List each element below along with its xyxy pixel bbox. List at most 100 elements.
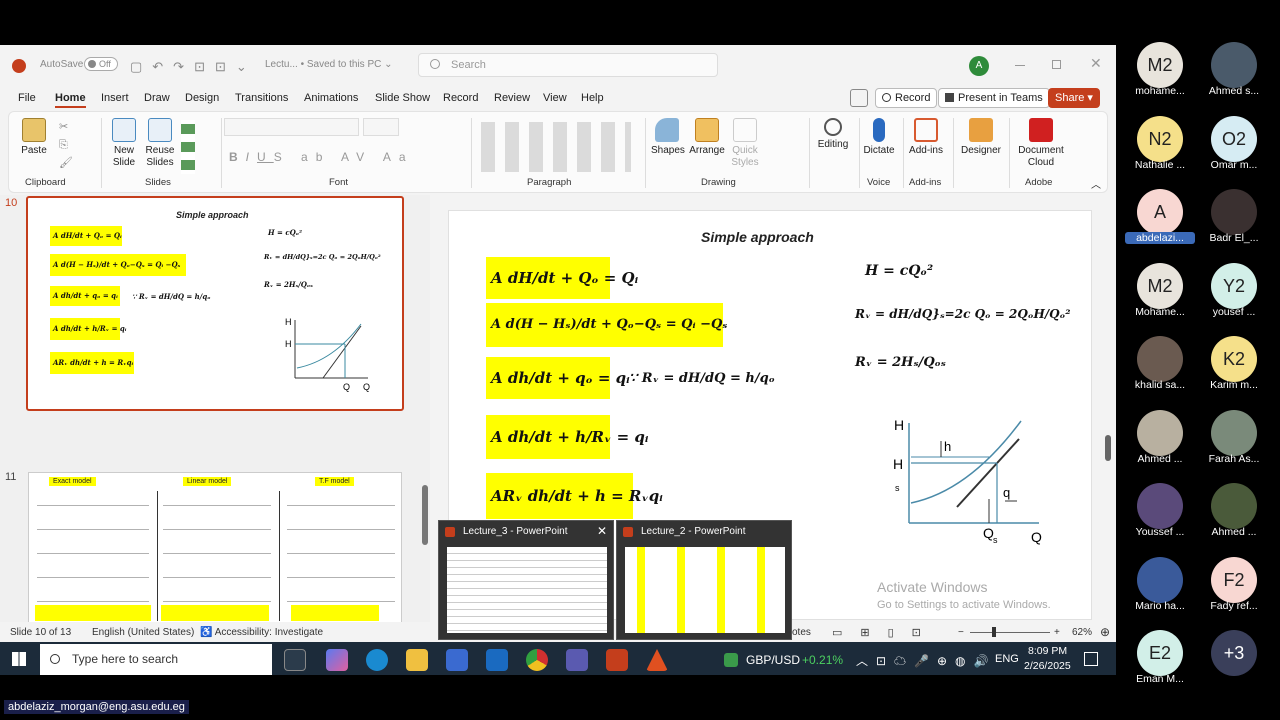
language-status[interactable]: English (United States)	[92, 627, 194, 638]
copilot-icon[interactable]	[326, 649, 348, 671]
paragraph-buttons[interactable]	[481, 122, 631, 172]
record-button[interactable]: Record	[875, 88, 938, 108]
layout-icons[interactable]	[181, 120, 195, 174]
participant-avatar[interactable]	[1137, 483, 1183, 529]
close-preview-icon[interactable]: ✕	[597, 524, 607, 538]
font-size-box[interactable]	[363, 118, 399, 136]
menu-insert[interactable]: Insert	[101, 92, 129, 104]
arrange-button[interactable]: Arrange	[687, 118, 727, 157]
maximize-icon[interactable]	[1052, 60, 1061, 69]
edge-icon[interactable]	[366, 649, 388, 671]
thumbs-scroll-thumb[interactable]	[422, 485, 428, 545]
notes-button[interactable]: otes	[792, 627, 811, 638]
powerpoint-taskbar-icon[interactable]	[606, 649, 628, 671]
participant-avatar[interactable]	[1211, 189, 1257, 235]
participant-avatar[interactable]	[1211, 483, 1257, 529]
document-cloud-button[interactable]: Document Cloud	[1013, 118, 1069, 169]
slide-scroll-thumb[interactable]	[1105, 435, 1111, 461]
accessibility-status[interactable]: ♿ Accessibility: Investigate	[200, 627, 323, 638]
menu-draw[interactable]: Draw	[144, 92, 170, 104]
participant-avatar[interactable]: F2	[1211, 556, 1257, 603]
zoom-level[interactable]: 62%	[1072, 627, 1092, 638]
slide-scrollbar[interactable]	[1104, 195, 1112, 575]
teams-icon[interactable]	[566, 649, 588, 671]
thumbs-scrollbar[interactable]	[422, 195, 428, 623]
menu-view[interactable]: View	[543, 92, 567, 104]
participant-avatar[interactable]: M2	[1137, 42, 1183, 88]
participant-avatar[interactable]: E2	[1137, 630, 1183, 676]
user-avatar[interactable]: A	[969, 56, 989, 76]
participant-avatar[interactable]	[1137, 556, 1183, 603]
group-paragraph: Paragraph	[527, 177, 572, 188]
taskbar-preview-lecture2[interactable]: Lecture_2 - PowerPoint	[616, 520, 792, 640]
close-icon[interactable]: ✕	[1090, 55, 1102, 72]
cut-copy-icons[interactable]: ✂ ⎘ 🖌	[59, 118, 73, 172]
participant-avatar[interactable]: A	[1137, 189, 1183, 235]
participant-avatar[interactable]: O2	[1211, 115, 1257, 162]
slide-thumbnail-10[interactable]: Simple approach A dH/dt + Qₒ = Qᵢ A d(H …	[26, 196, 404, 411]
menu-review[interactable]: Review	[494, 92, 530, 104]
reuse-slides-button[interactable]: Reuse Slides	[145, 118, 175, 169]
zoom-out-icon[interactable]: −	[958, 627, 964, 638]
menu-transitions[interactable]: Transitions	[235, 92, 288, 104]
search-input[interactable]: Search	[418, 53, 718, 77]
file-explorer-icon[interactable]	[406, 649, 428, 671]
clock-date[interactable]: 2/26/2025	[1024, 660, 1071, 672]
add-ins-button[interactable]: Add-ins	[907, 118, 945, 157]
system-tray-icons[interactable]: ︿⊡☁🎤⊕◍🔊	[856, 652, 996, 669]
participant-avatar[interactable]: M2	[1137, 262, 1183, 309]
menu-record[interactable]: Record	[443, 92, 478, 104]
participant-name: Omar m...	[1210, 158, 1258, 171]
new-slide-button[interactable]: New Slide	[109, 118, 139, 169]
participant-avatar[interactable]: Y2	[1211, 262, 1257, 309]
ticker-symbol[interactable]: GBP/USD	[746, 653, 800, 667]
document-title[interactable]: Lectu... • Saved to this PC ⌄	[265, 59, 393, 70]
zoom-in-icon[interactable]: +	[1054, 627, 1060, 638]
menu-slide-show[interactable]: Slide Show	[375, 92, 430, 104]
menu-animations[interactable]: Animations	[304, 92, 358, 104]
font-format-buttons[interactable]: BIUS ab AV Aa	[229, 150, 414, 164]
language-indicator[interactable]: ENG	[995, 653, 1019, 665]
clock-time[interactable]: 8:09 PM	[1028, 645, 1067, 657]
comments-icon[interactable]	[850, 89, 868, 107]
zoom-slider-thumb[interactable]	[992, 627, 996, 637]
taskbar-search-box[interactable]: Type here to search	[40, 644, 272, 675]
chrome-icon[interactable]	[526, 649, 548, 671]
task-view-icon[interactable]	[284, 649, 306, 671]
participant-avatar[interactable]: K2	[1211, 336, 1257, 382]
font-name-box[interactable]	[224, 118, 359, 136]
zoom-slider[interactable]	[970, 632, 1050, 633]
shapes-button[interactable]: Shapes	[651, 118, 685, 157]
menu-home[interactable]: Home	[55, 92, 86, 108]
designer-button[interactable]: Designer	[959, 118, 1003, 157]
view-buttons[interactable]: ▭⊞▯⊡	[832, 626, 939, 639]
autosave-toggle[interactable]: Off	[84, 57, 118, 71]
quick-styles-button[interactable]: Quick Styles	[729, 118, 761, 169]
editing-button[interactable]: Editing	[815, 118, 851, 151]
quick-access-icons[interactable]: ▢↶↷⊡⊡⌄	[130, 59, 257, 75]
participant-avatar[interactable]	[1137, 409, 1183, 456]
paste-button[interactable]: Paste	[19, 118, 49, 157]
user-email-label: abdelaziz_morgan@eng.asu.edu.eg	[4, 700, 189, 714]
participant-avatar[interactable]: N2	[1137, 115, 1183, 162]
share-button[interactable]: Share ▾	[1048, 88, 1100, 108]
taskbar-preview-lecture3[interactable]: Lecture_3 - PowerPoint ✕	[438, 520, 614, 640]
windows-start-icon[interactable]	[12, 652, 26, 666]
participant-avatar[interactable]: +3	[1211, 630, 1257, 676]
participant-avatar[interactable]	[1211, 42, 1257, 88]
store-icon[interactable]	[446, 649, 468, 671]
collapse-ribbon-icon[interactable]: ︿	[1091, 176, 1101, 191]
present-in-teams-button[interactable]: Present in Teams	[938, 88, 1050, 108]
menu-design[interactable]: Design	[185, 92, 219, 104]
menu-file[interactable]: File	[18, 92, 36, 104]
participant-avatar[interactable]	[1137, 336, 1183, 382]
matlab-icon[interactable]	[646, 649, 668, 671]
menu-help[interactable]: Help	[581, 92, 604, 104]
fit-slide-icon[interactable]: ⊕	[1100, 625, 1110, 639]
dictate-button[interactable]: Dictate	[861, 118, 897, 157]
notifications-icon[interactable]	[1084, 652, 1098, 666]
minimize-icon[interactable]	[1015, 65, 1025, 66]
slide-thumbnail-11[interactable]: Exact model Linear model T.F model	[28, 472, 402, 623]
outlook-icon[interactable]	[486, 649, 508, 671]
participant-avatar[interactable]	[1211, 409, 1257, 456]
